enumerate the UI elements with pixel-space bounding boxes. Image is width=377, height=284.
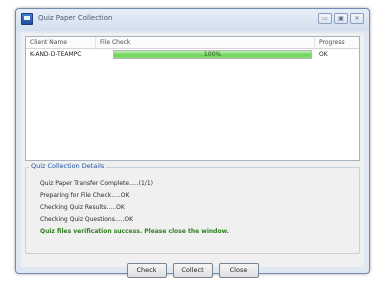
column-header-file-check[interactable]: File Check [96,37,315,49]
column-header-progress[interactable]: Progress [315,37,361,49]
file-check-progress-bar: 100% [113,50,312,59]
client-area: Client Name File Check Progress K-AND-D-… [21,33,364,278]
quiz-collection-window: Quiz Paper Collection ▭ ▣ ✕ Client Name … [15,8,370,278]
detail-line: Checking Quiz Results.....OK [40,204,125,211]
maximize-icon[interactable]: ▣ [334,13,348,24]
detail-line: Quiz Paper Transfer Complete.....(1/1) [40,180,153,187]
close-button[interactable]: Close [218,263,259,278]
column-header-client-name[interactable]: Client Name [26,37,96,49]
details-groupbox: Quiz Collection Details Quiz Paper Trans… [25,162,360,254]
window-title: Quiz Paper Collection [38,14,113,22]
close-icon[interactable]: ✕ [350,13,364,24]
minimize-icon[interactable]: ▭ [318,13,332,24]
progress-status-cell: OK [319,51,328,58]
details-heading: Quiz Collection Details [29,162,107,170]
collect-button[interactable]: Collect [172,263,213,278]
progress-percent: 100% [203,51,222,58]
check-button[interactable]: Check [126,263,167,278]
list-header: Client Name File Check Progress [26,37,359,49]
title-bar[interactable]: Quiz Paper Collection ▭ ▣ ✕ [16,9,369,31]
client-list[interactable]: Client Name File Check Progress K-AND-D-… [25,36,360,161]
client-name-cell: K-AND-D-TEAMPC [30,51,82,58]
button-bar: Check Collect Close [21,263,364,278]
window-controls: ▭ ▣ ✕ [318,13,364,24]
table-row[interactable]: K-AND-D-TEAMPC 100% OK [26,49,359,60]
detail-line: Preparing for File Check.....OK [40,192,130,199]
detail-line: Checking Quiz Questions.....OK [40,216,134,223]
details-log: Quiz Paper Transfer Complete.....(1/1) P… [40,178,229,238]
app-icon [21,13,33,25]
success-message: Quiz files verification success. Please … [40,228,230,235]
